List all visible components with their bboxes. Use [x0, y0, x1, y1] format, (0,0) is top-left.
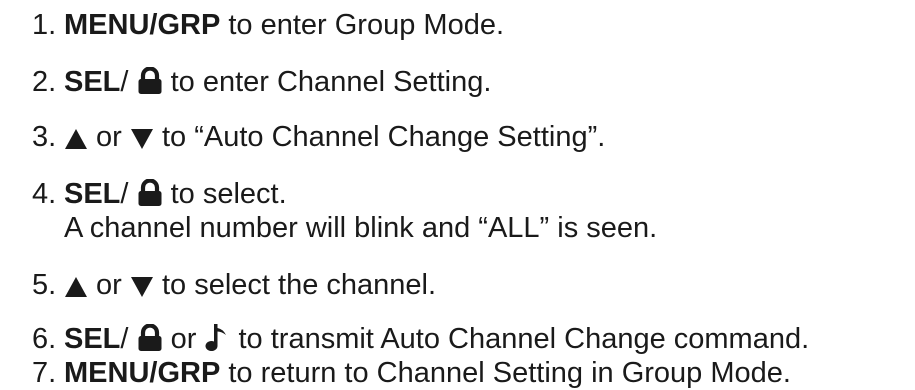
step-4: 4. SEL/ to select. A channel number will …: [32, 177, 657, 245]
step-text: to select the channel.: [153, 269, 437, 301]
step-text: to enter Channel Setting.: [162, 66, 492, 98]
slash: /: [120, 66, 137, 98]
step-text: to transmit Auto Channel Change command.: [230, 323, 810, 355]
down-triangle-icon: [130, 276, 154, 298]
step-number: 4.: [32, 178, 57, 210]
music-note-icon: [204, 322, 230, 352]
step-5: 5. or to select the channel.: [32, 268, 436, 302]
step-3: 3. or to “Auto Channel Change Setting”.: [32, 120, 605, 154]
slash: /: [120, 323, 137, 355]
step-1: 1. MENU/GRP to enter Group Mode.: [32, 8, 504, 42]
step-text: to return to Channel Setting in Group Mo…: [220, 357, 791, 389]
step-number: 6.: [32, 323, 57, 355]
or-text: or: [88, 121, 130, 153]
or-text: or: [88, 269, 130, 301]
or-text: or: [162, 323, 205, 355]
step-number: 2.: [32, 66, 57, 98]
sel-key: SEL: [64, 66, 121, 98]
down-triangle-icon: [130, 128, 154, 150]
sel-key: SEL: [64, 178, 121, 210]
lock-icon: [137, 67, 163, 95]
step-number: 5.: [32, 269, 57, 301]
up-triangle-icon: [64, 128, 88, 150]
slash: /: [120, 178, 137, 210]
step-6: 6. SEL/ or to transmit Auto Channel Chang…: [32, 322, 809, 356]
lock-icon: [137, 324, 163, 352]
lock-icon: [137, 179, 163, 207]
step-text: to enter Group Mode.: [220, 9, 505, 41]
step-number: 1.: [32, 9, 57, 41]
step-7: 7. MENU/GRP to return to Channel Setting …: [32, 356, 791, 390]
step-4-note: A channel number will blink and “ALL” is…: [64, 212, 658, 244]
step-2: 2. SEL/ to enter Channel Setting.: [32, 65, 491, 99]
step-number: 7.: [32, 357, 57, 389]
step-text: to “Auto Channel Change Setting”.: [153, 121, 606, 153]
menu-grp-key: MENU/GRP: [64, 357, 221, 389]
sel-key: SEL: [64, 323, 121, 355]
step-text: to select.: [162, 178, 287, 210]
up-triangle-icon: [64, 276, 88, 298]
menu-grp-key: MENU/GRP: [64, 9, 221, 41]
step-number: 3.: [32, 121, 57, 153]
